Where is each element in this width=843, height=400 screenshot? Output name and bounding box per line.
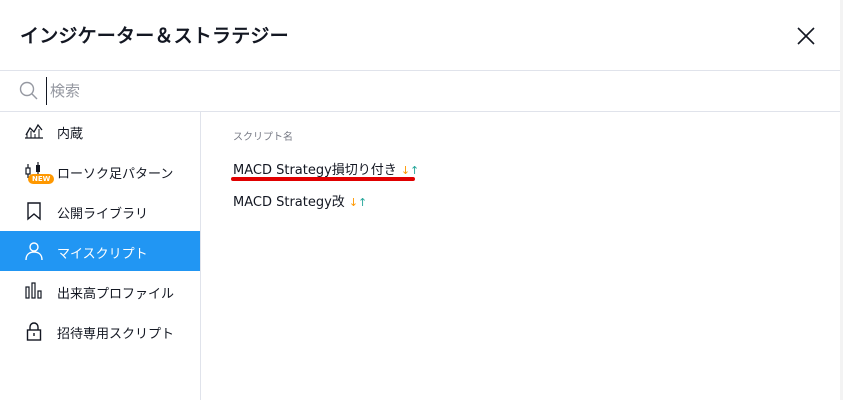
sidebar-item-my-scripts[interactable]: マイスクリプト	[0, 231, 200, 271]
user-icon	[24, 241, 44, 261]
script-item[interactable]: MACD Strategy改 ↓↑	[233, 191, 367, 210]
search-input[interactable]	[46, 77, 752, 105]
close-icon[interactable]	[794, 24, 818, 48]
sidebar-item-builtin[interactable]: 内蔵	[0, 111, 200, 151]
chart-line-icon	[24, 121, 44, 141]
new-badge: NEW	[28, 174, 55, 184]
sidebar-item-label: マイスクリプト	[57, 247, 148, 262]
sidebar-item-label: 内蔵	[57, 127, 84, 142]
column-header-script-name: スクリプト名	[233, 132, 293, 143]
sidebar: 内蔵 NEW ローソク足パターン 公開ライブラリ マイスクリプト 出来高プロファ…	[0, 111, 201, 400]
sort-arrows-icon: ↓↑	[400, 164, 420, 177]
sort-arrows-icon: ↓↑	[348, 196, 368, 209]
annotation-underline	[231, 177, 415, 181]
sidebar-item-label: 出来高プロファイル	[57, 287, 175, 302]
dialog-header: インジケーター＆ストラテジー	[0, 0, 840, 70]
script-name: MACD Strategy損切り付き	[233, 163, 397, 178]
sidebar-item-label: ローソク足パターン	[57, 167, 174, 182]
sidebar-item-label: 招待専用スクリプト	[57, 327, 175, 342]
lock-icon	[24, 321, 44, 341]
sidebar-item-volume-profile[interactable]: 出来高プロファイル	[0, 271, 200, 311]
search-bar	[0, 70, 840, 112]
script-name: MACD Strategy改	[233, 195, 345, 210]
script-list: スクリプト名 MACD Strategy損切り付き ↓↑ MACD Strateg…	[201, 111, 840, 400]
sidebar-item-public-library[interactable]: 公開ライブラリ	[0, 191, 200, 231]
sidebar-item-label: 公開ライブラリ	[57, 207, 149, 222]
search-icon	[19, 81, 39, 101]
script-item[interactable]: MACD Strategy損切り付き ↓↑	[233, 159, 419, 178]
dialog-title: インジケーター＆ストラテジー	[20, 25, 289, 47]
volume-bars-icon	[24, 281, 44, 301]
sidebar-item-candlestick-patterns[interactable]: NEW ローソク足パターン	[0, 151, 200, 191]
sidebar-item-invite-only-scripts[interactable]: 招待専用スクリプト	[0, 311, 200, 351]
indicators-dialog: インジケーター＆ストラテジー 内蔵	[0, 0, 841, 400]
bookmark-icon	[24, 201, 44, 221]
